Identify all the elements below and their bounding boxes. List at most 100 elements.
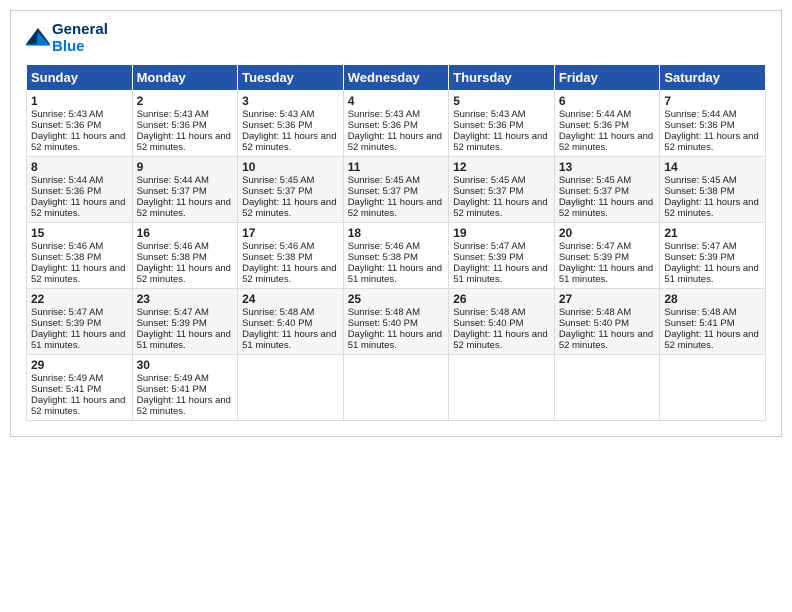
- sunset: Sunset: 5:37 PM: [137, 186, 207, 197]
- sunrise: Sunrise: 5:44 AM: [559, 109, 631, 120]
- calendar-table: Sunday Monday Tuesday Wednesday Thursday…: [26, 64, 766, 421]
- daylight: Daylight: 11 hours and 52 minutes.: [664, 329, 758, 351]
- day-number: 11: [348, 160, 445, 174]
- daylight: Daylight: 11 hours and 52 minutes.: [31, 197, 125, 219]
- calendar-cell: 15Sunrise: 5:46 AMSunset: 5:38 PMDayligh…: [27, 222, 133, 288]
- sunset: Sunset: 5:36 PM: [31, 120, 101, 131]
- day-number: 8: [31, 160, 128, 174]
- daylight: Daylight: 11 hours and 52 minutes.: [137, 263, 231, 285]
- daylight: Daylight: 11 hours and 52 minutes.: [664, 131, 758, 153]
- calendar-cell: [660, 354, 766, 420]
- day-number: 30: [137, 358, 234, 372]
- daylight: Daylight: 11 hours and 52 minutes.: [137, 131, 231, 153]
- sunrise: Sunrise: 5:48 AM: [559, 307, 631, 318]
- day-number: 23: [137, 292, 234, 306]
- calendar-cell: [343, 354, 449, 420]
- sunset: Sunset: 5:36 PM: [348, 120, 418, 131]
- day-number: 18: [348, 226, 445, 240]
- sunset: Sunset: 5:38 PM: [348, 252, 418, 263]
- sunrise: Sunrise: 5:43 AM: [348, 109, 420, 120]
- daylight: Daylight: 11 hours and 52 minutes.: [664, 197, 758, 219]
- calendar-cell: 24Sunrise: 5:48 AMSunset: 5:40 PMDayligh…: [238, 288, 344, 354]
- sunset: Sunset: 5:41 PM: [31, 384, 101, 395]
- calendar-cell: 13Sunrise: 5:45 AMSunset: 5:37 PMDayligh…: [554, 156, 660, 222]
- day-number: 1: [31, 94, 128, 108]
- sunset: Sunset: 5:40 PM: [242, 318, 312, 329]
- daylight: Daylight: 11 hours and 52 minutes.: [348, 131, 442, 153]
- daylight: Daylight: 11 hours and 52 minutes.: [453, 131, 547, 153]
- sunrise: Sunrise: 5:43 AM: [242, 109, 314, 120]
- header: General Blue: [26, 21, 766, 56]
- day-number: 24: [242, 292, 339, 306]
- days-of-week-row: Sunday Monday Tuesday Wednesday Thursday…: [27, 64, 766, 90]
- sunrise: Sunrise: 5:43 AM: [453, 109, 525, 120]
- day-number: 5: [453, 94, 550, 108]
- calendar-cell: [449, 354, 555, 420]
- col-thursday: Thursday: [449, 64, 555, 90]
- sunrise: Sunrise: 5:48 AM: [242, 307, 314, 318]
- sunset: Sunset: 5:41 PM: [664, 318, 734, 329]
- calendar-week-2: 8Sunrise: 5:44 AMSunset: 5:36 PMDaylight…: [27, 156, 766, 222]
- calendar-cell: 19Sunrise: 5:47 AMSunset: 5:39 PMDayligh…: [449, 222, 555, 288]
- daylight: Daylight: 11 hours and 52 minutes.: [559, 329, 653, 351]
- calendar-week-5: 29Sunrise: 5:49 AMSunset: 5:41 PMDayligh…: [27, 354, 766, 420]
- day-number: 25: [348, 292, 445, 306]
- calendar-cell: 9Sunrise: 5:44 AMSunset: 5:37 PMDaylight…: [132, 156, 238, 222]
- sunset: Sunset: 5:39 PM: [31, 318, 101, 329]
- sunset: Sunset: 5:37 PM: [242, 186, 312, 197]
- calendar-cell: 20Sunrise: 5:47 AMSunset: 5:39 PMDayligh…: [554, 222, 660, 288]
- col-tuesday: Tuesday: [238, 64, 344, 90]
- calendar-week-3: 15Sunrise: 5:46 AMSunset: 5:38 PMDayligh…: [27, 222, 766, 288]
- sunrise: Sunrise: 5:45 AM: [664, 175, 736, 186]
- daylight: Daylight: 11 hours and 52 minutes.: [31, 395, 125, 417]
- sunset: Sunset: 5:40 PM: [348, 318, 418, 329]
- calendar-header: Sunday Monday Tuesday Wednesday Thursday…: [27, 64, 766, 90]
- day-number: 20: [559, 226, 656, 240]
- sunrise: Sunrise: 5:49 AM: [31, 373, 103, 384]
- sunrise: Sunrise: 5:45 AM: [348, 175, 420, 186]
- daylight: Daylight: 11 hours and 52 minutes.: [348, 197, 442, 219]
- calendar-cell: 14Sunrise: 5:45 AMSunset: 5:38 PMDayligh…: [660, 156, 766, 222]
- daylight: Daylight: 11 hours and 51 minutes.: [559, 263, 653, 285]
- calendar-cell: 21Sunrise: 5:47 AMSunset: 5:39 PMDayligh…: [660, 222, 766, 288]
- daylight: Daylight: 11 hours and 52 minutes.: [31, 131, 125, 153]
- sunset: Sunset: 5:36 PM: [453, 120, 523, 131]
- day-number: 19: [453, 226, 550, 240]
- sunset: Sunset: 5:37 PM: [559, 186, 629, 197]
- daylight: Daylight: 11 hours and 51 minutes.: [31, 329, 125, 351]
- sunset: Sunset: 5:40 PM: [559, 318, 629, 329]
- sunset: Sunset: 5:41 PM: [137, 384, 207, 395]
- calendar-cell: 25Sunrise: 5:48 AMSunset: 5:40 PMDayligh…: [343, 288, 449, 354]
- sunrise: Sunrise: 5:46 AM: [348, 241, 420, 252]
- calendar-cell: 10Sunrise: 5:45 AMSunset: 5:37 PMDayligh…: [238, 156, 344, 222]
- sunrise: Sunrise: 5:44 AM: [31, 175, 103, 186]
- day-number: 27: [559, 292, 656, 306]
- day-number: 10: [242, 160, 339, 174]
- sunrise: Sunrise: 5:44 AM: [137, 175, 209, 186]
- col-friday: Friday: [554, 64, 660, 90]
- calendar-cell: 22Sunrise: 5:47 AMSunset: 5:39 PMDayligh…: [27, 288, 133, 354]
- sunset: Sunset: 5:39 PM: [137, 318, 207, 329]
- calendar-cell: 23Sunrise: 5:47 AMSunset: 5:39 PMDayligh…: [132, 288, 238, 354]
- daylight: Daylight: 11 hours and 52 minutes.: [453, 329, 547, 351]
- day-number: 7: [664, 94, 761, 108]
- sunset: Sunset: 5:38 PM: [664, 186, 734, 197]
- calendar-cell: 16Sunrise: 5:46 AMSunset: 5:38 PMDayligh…: [132, 222, 238, 288]
- calendar-cell: 1Sunrise: 5:43 AMSunset: 5:36 PMDaylight…: [27, 90, 133, 156]
- sunrise: Sunrise: 5:43 AM: [137, 109, 209, 120]
- day-number: 3: [242, 94, 339, 108]
- daylight: Daylight: 11 hours and 52 minutes.: [559, 131, 653, 153]
- sunrise: Sunrise: 5:46 AM: [31, 241, 103, 252]
- sunrise: Sunrise: 5:46 AM: [242, 241, 314, 252]
- calendar-body: 1Sunrise: 5:43 AMSunset: 5:36 PMDaylight…: [27, 90, 766, 420]
- day-number: 22: [31, 292, 128, 306]
- sunset: Sunset: 5:38 PM: [242, 252, 312, 263]
- day-number: 12: [453, 160, 550, 174]
- col-wednesday: Wednesday: [343, 64, 449, 90]
- calendar-cell: 2Sunrise: 5:43 AMSunset: 5:36 PMDaylight…: [132, 90, 238, 156]
- sunrise: Sunrise: 5:47 AM: [559, 241, 631, 252]
- calendar-week-4: 22Sunrise: 5:47 AMSunset: 5:39 PMDayligh…: [27, 288, 766, 354]
- sunrise: Sunrise: 5:47 AM: [453, 241, 525, 252]
- col-saturday: Saturday: [660, 64, 766, 90]
- daylight: Daylight: 11 hours and 52 minutes.: [242, 131, 336, 153]
